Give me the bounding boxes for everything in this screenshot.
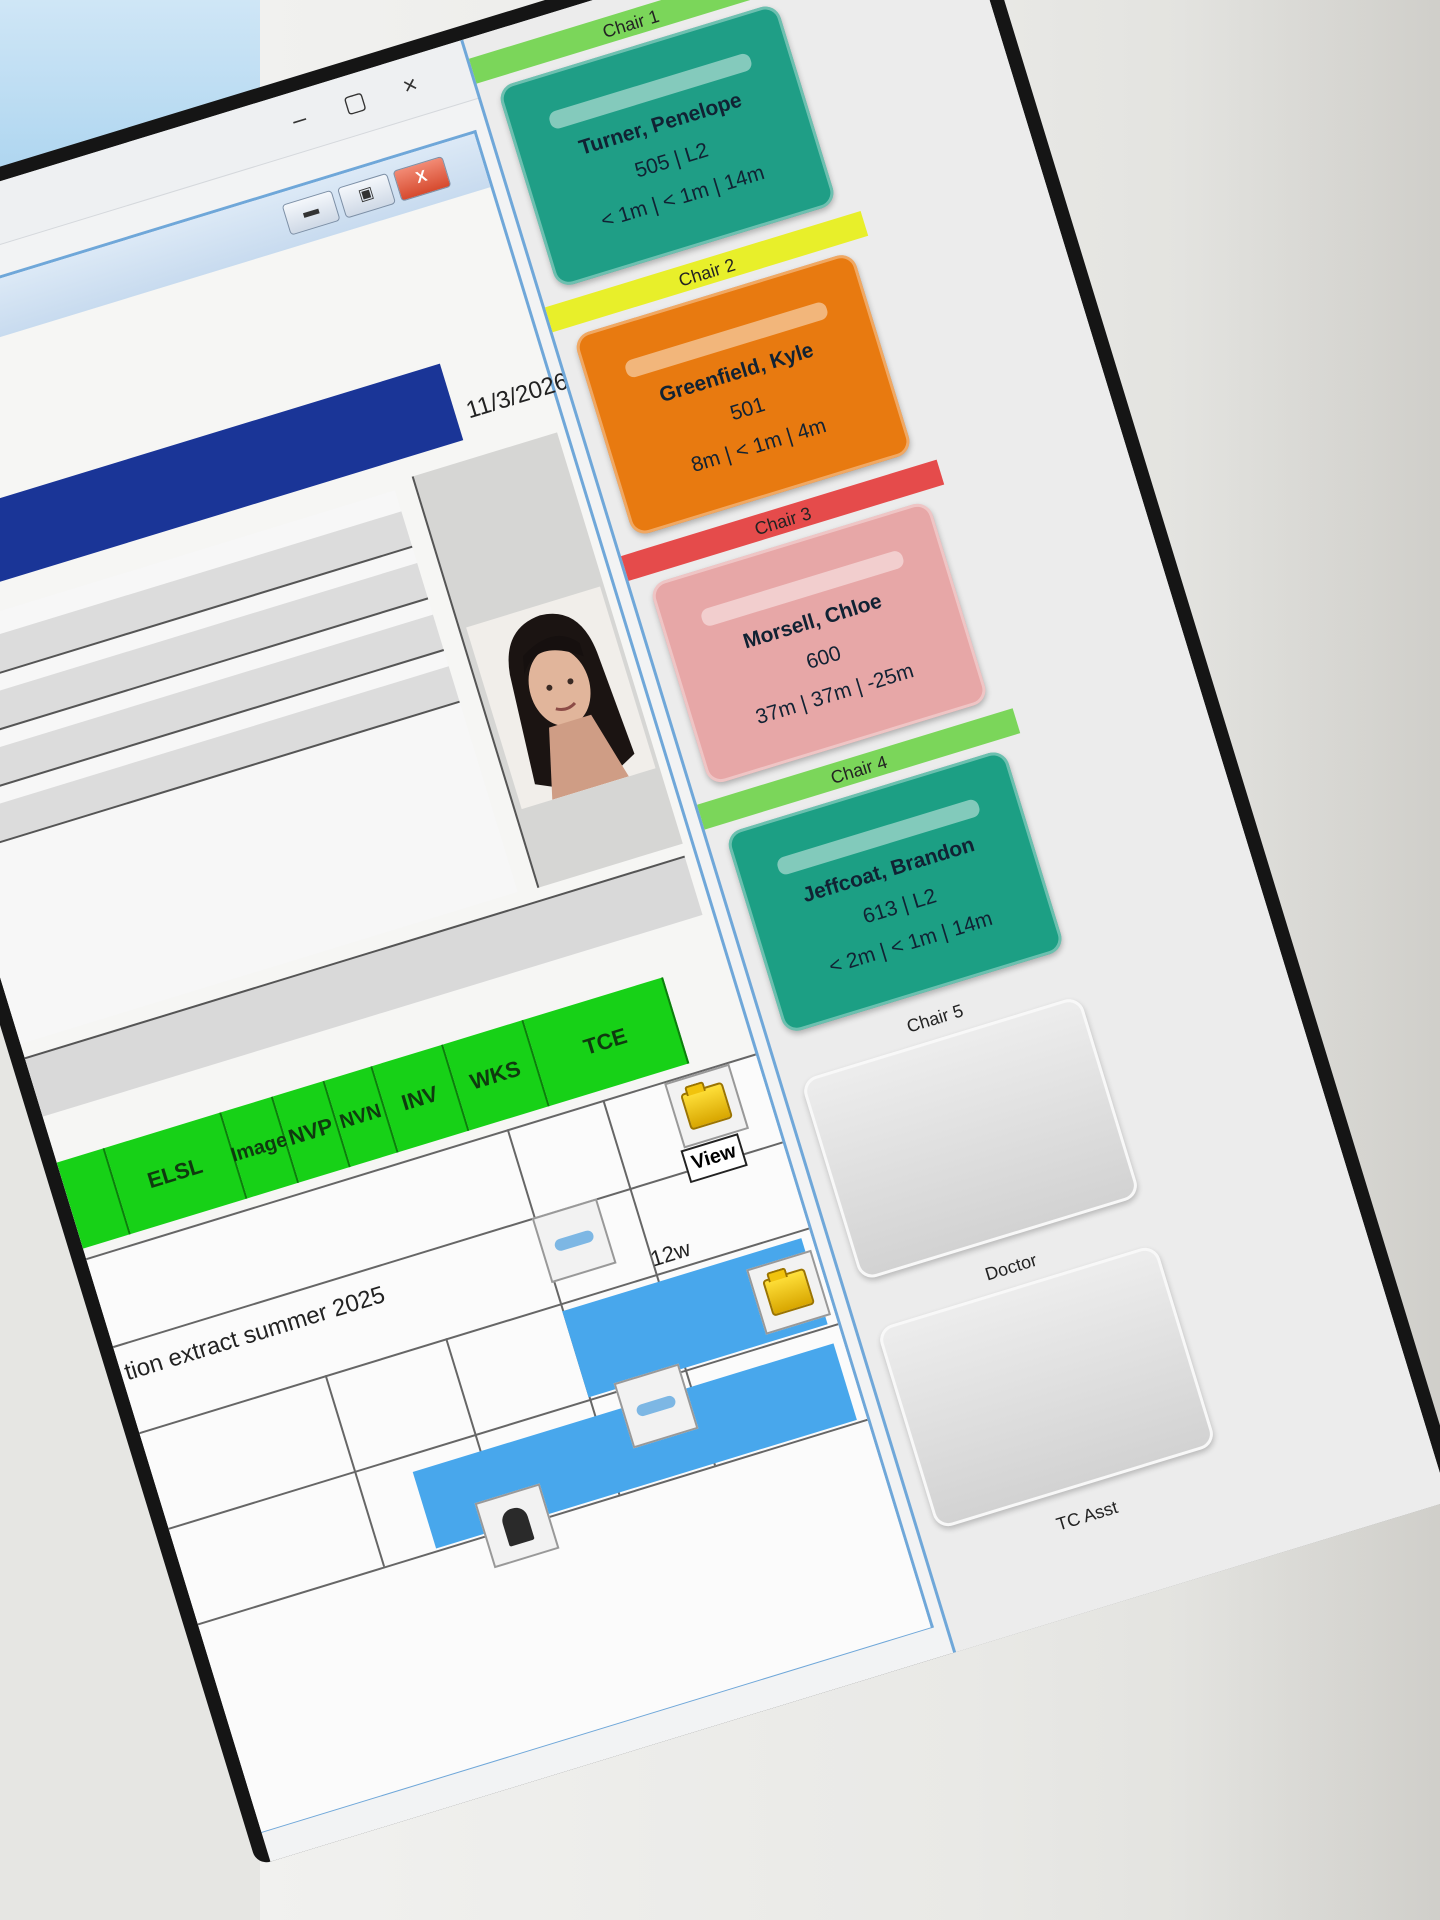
wait-times: < 1m | < 1m | 14m bbox=[598, 161, 768, 233]
current-date: 11/3/2026 bbox=[463, 367, 572, 425]
outer-maximize-button[interactable]: ▢ bbox=[334, 84, 375, 123]
wait-times: 8m | < 1m | 4m bbox=[688, 414, 829, 477]
room-number: 501 bbox=[727, 393, 768, 426]
wait-times: < 2m | < 1m | 14m bbox=[826, 906, 996, 979]
outer-minimize-button[interactable]: – bbox=[279, 101, 320, 140]
room-number: 505 | L2 bbox=[632, 138, 712, 183]
inner-maximize-button[interactable]: ▣ bbox=[337, 172, 397, 219]
room-number: 613 | L2 bbox=[860, 884, 940, 929]
outer-close-button[interactable]: × bbox=[390, 67, 431, 106]
inner-minimize-button[interactable]: ▬ bbox=[281, 189, 341, 236]
inner-close-button[interactable]: X bbox=[392, 155, 452, 202]
patient-photo bbox=[466, 586, 656, 810]
wait-times: 37m | 37m | -25m bbox=[753, 659, 917, 730]
grid-divider bbox=[324, 1374, 386, 1567]
room-number: 600 bbox=[803, 641, 844, 674]
